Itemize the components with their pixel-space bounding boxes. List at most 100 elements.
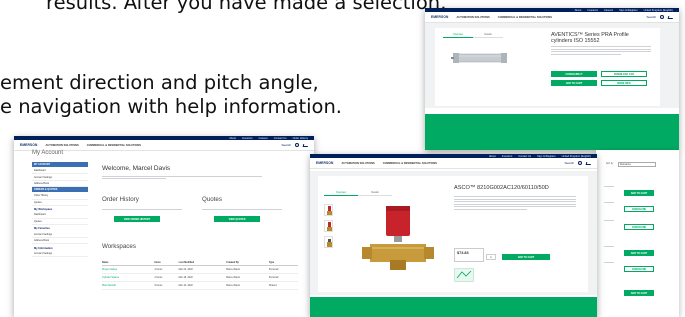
quantity-input[interactable]: 1 — [486, 254, 496, 260]
cylinder-product-image — [451, 53, 507, 63]
product-page-screenshot: About Investors Careers Sign In/Register… — [425, 8, 679, 150]
utility-link[interactable]: About — [575, 9, 582, 12]
quotes-text — [202, 209, 282, 210]
workspace-link[interactable]: Plant Retrofit — [102, 281, 155, 290]
product-title: AVENTICS™ Series PRA Profile cylinders I… — [551, 32, 629, 44]
product-description — [551, 46, 651, 56]
nav-commercial[interactable]: COMMERCIAL & RESIDENTIAL SOLUTIONS — [383, 162, 437, 165]
emerson-logo[interactable]: EMERSON — [431, 15, 449, 19]
workspace-link[interactable]: Cylinder Spares — [102, 273, 155, 282]
page-title: My Account — [32, 150, 64, 156]
welcome-description — [102, 176, 262, 181]
emerson-logo[interactable]: EMERSON — [316, 161, 334, 165]
sidebar-section-head: ORDERS & QUOTES — [32, 187, 88, 193]
cart-icon[interactable] — [302, 143, 309, 147]
tab-details[interactable]: Details — [473, 32, 503, 38]
main-nav: EMERSON AUTOMATION SOLUTIONS COMMERCIAL … — [310, 158, 597, 169]
utility-link[interactable]: Investors — [502, 155, 513, 158]
table-cell: Marcel Davis — [226, 265, 269, 274]
table-cell: 2 Items — [154, 273, 179, 282]
tab-overview[interactable]: Overview — [324, 190, 358, 196]
list-add-to-cart-button[interactable]: ADD TO CART — [624, 250, 654, 256]
tab-overview[interactable]: Overview — [443, 32, 473, 38]
price-box: $73.83 — [454, 248, 484, 262]
nav-commercial[interactable]: COMMERCIAL & RESIDENTIAL SOLUTIONS — [87, 144, 141, 147]
list-add-to-cart-button[interactable]: ADD TO CART — [624, 190, 654, 196]
thumbnail[interactable] — [324, 220, 333, 232]
utility-link[interactable]: Contact Us — [274, 137, 287, 140]
table-cell: Shared — [268, 281, 298, 290]
utility-link[interactable]: Sign In/Register — [619, 9, 637, 12]
table-cell: Mar 18, 2022 — [178, 273, 227, 282]
utility-link[interactable]: Order History — [293, 137, 308, 140]
list-configure-button[interactable]: CONFIGURE — [624, 224, 654, 230]
configure-button[interactable]: CONFIGURE IT — [551, 71, 597, 77]
utility-link[interactable]: United Kingdom (English) — [644, 9, 673, 12]
slide-text-line-3: e navigation with help information. — [0, 95, 343, 118]
utility-link[interactable]: Sign In/Register — [537, 155, 555, 158]
account-sidebar: MY ACCOUNT Dashboard Account Settings Ad… — [32, 162, 88, 257]
table-cell: Personal — [268, 265, 298, 274]
utility-link[interactable]: Investors — [242, 137, 253, 140]
utility-link[interactable]: Careers — [259, 137, 268, 140]
quotes-heading: Quotes — [202, 196, 222, 203]
download-cad-button[interactable]: DOWNLOAD CAD — [601, 71, 647, 77]
product-list-screenshot: Sort by Relevance ADD TO CART CONFIGURE … — [596, 150, 679, 317]
product-tabs: Overview Details — [324, 190, 392, 196]
table-cell: Marcel Davis — [226, 273, 269, 282]
add-to-cart-button[interactable]: ADD TO CART — [502, 254, 550, 260]
sort-label: Sort by — [606, 163, 614, 165]
table-row[interactable]: Cylinder Spares 2 Items Mar 18, 2022 Mar… — [102, 273, 298, 282]
table-row[interactable]: Plant Retrofit 6 Items Mar 10, 2022 Marc… — [102, 281, 298, 290]
search-label[interactable]: Search — [281, 143, 291, 147]
search-icon[interactable] — [660, 15, 664, 19]
workspace-link[interactable]: Project Valves — [102, 265, 155, 274]
product-tabs: Overview Details — [443, 32, 503, 38]
view-quotes-button[interactable]: VIEW QUOTES — [214, 216, 260, 222]
nav-automation[interactable]: AUTOMATION SOLUTIONS — [342, 162, 375, 165]
search-label[interactable]: Search — [646, 15, 656, 19]
utility-link[interactable]: Contact Us — [518, 155, 531, 158]
main-nav: EMERSON AUTOMATION SOLUTIONS COMMERCIAL … — [425, 12, 679, 23]
search-icon[interactable] — [578, 161, 582, 165]
more-info-button[interactable]: MORE INFO — [601, 80, 647, 86]
welcome-heading: Welcome, Marcel Davis — [102, 165, 171, 172]
search-icon[interactable] — [295, 143, 299, 147]
utility-link[interactable]: Investors — [587, 9, 598, 12]
workspaces-table: Name Items Last Modified Created By Type… — [102, 260, 298, 290]
list-configure-button[interactable]: CONFIGURE — [624, 266, 654, 272]
sidebar-item[interactable]: Account Settings — [32, 251, 88, 257]
product-title: ASCO™ 8210G002AC120/60110/50D — [454, 185, 549, 191]
green-footer — [310, 297, 597, 317]
list-add-to-cart-button[interactable]: ADD TO CART — [624, 290, 654, 296]
order-history-heading: Order History — [102, 196, 139, 203]
add-to-cart-button[interactable]: ADD TO CART — [551, 80, 597, 86]
slide-text-line-1: results. After you have made a selection… — [46, 0, 447, 14]
utility-link[interactable]: Careers — [604, 9, 613, 12]
order-history-text — [102, 209, 182, 210]
cart-icon[interactable] — [667, 15, 674, 19]
tab-details[interactable]: Details — [358, 190, 392, 196]
utility-link[interactable]: United Kingdom (English) — [562, 155, 591, 158]
workspaces-heading: Workspaces — [102, 243, 136, 250]
utility-link[interactable]: About — [229, 137, 236, 140]
nav-commercial[interactable]: COMMERCIAL & RESIDENTIAL SOLUTIONS — [498, 16, 552, 19]
search-label[interactable]: Search — [564, 161, 574, 165]
list-configure-button[interactable]: CONFIGURE — [624, 206, 654, 212]
footer-wave — [425, 118, 679, 134]
view-order-history-button[interactable]: VIEW ORDER HISTORY — [114, 216, 160, 222]
image-thumbnails — [324, 204, 334, 252]
thumbnail[interactable] — [324, 236, 333, 248]
emerson-logo[interactable]: EMERSON — [20, 143, 38, 147]
nav-automation[interactable]: AUTOMATION SOLUTIONS — [46, 144, 79, 147]
utility-link[interactable]: About — [489, 155, 496, 158]
table-row[interactable]: Project Valves 4 Items Mar 22, 2022 Marc… — [102, 265, 298, 274]
nav-automation[interactable]: AUTOMATION SOLUTIONS — [457, 16, 490, 19]
product-description — [454, 196, 576, 212]
table-cell: 4 Items — [154, 265, 179, 274]
table-cell: Mar 10, 2022 — [178, 281, 227, 290]
cart-icon[interactable] — [585, 161, 592, 165]
sort-select[interactable]: Relevance — [618, 162, 656, 167]
valve-product-screenshot: About Investors Contact Us Sign In/Regis… — [310, 154, 597, 317]
thumbnail[interactable] — [324, 204, 333, 216]
